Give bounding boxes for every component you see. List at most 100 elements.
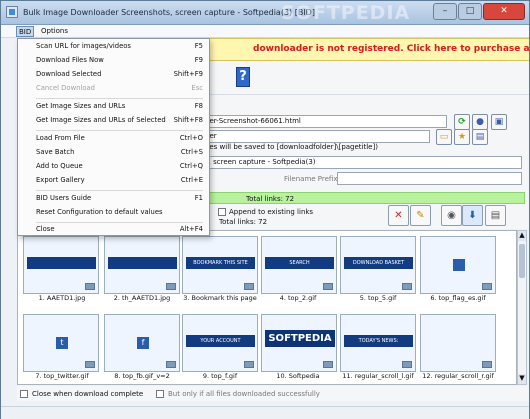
- menu-separator: [36, 222, 203, 223]
- scrollbar-thumb[interactable]: [519, 244, 525, 278]
- clean-icon[interactable]: ✎: [410, 205, 431, 226]
- close-when-complete-label: Close when download complete: [32, 390, 144, 398]
- thumbnail-caption: 7. top_twitter.gif: [35, 372, 89, 380]
- thumbnail-select-icon[interactable]: [166, 283, 176, 290]
- thumbnail-select-icon[interactable]: [482, 283, 492, 290]
- filename-prefix-input[interactable]: [337, 172, 522, 185]
- favorite-icon[interactable]: ★: [454, 129, 470, 145]
- user-icon[interactable]: ●: [472, 114, 488, 130]
- menu-bar: BID Options: [1, 25, 529, 38]
- close-when-complete-checkbox[interactable]: [20, 390, 28, 398]
- thumbnail-select-icon[interactable]: [323, 361, 333, 368]
- menu-get-image-sizes-selected[interactable]: Get Image Sizes and URLs of Selected Shif…: [18, 115, 209, 128]
- options-menu[interactable]: Options: [39, 26, 70, 37]
- thumbnail-8[interactable]: f: [104, 314, 180, 372]
- thumbnail-select-icon[interactable]: [85, 361, 95, 368]
- menu-shortcut: F5: [194, 42, 203, 50]
- only-if-success-label: But only if all files downloaded success…: [168, 390, 320, 398]
- thumbnail-select-icon[interactable]: [244, 361, 254, 368]
- menu-shortcut: Ctrl+O: [179, 134, 203, 142]
- menu-reset-configuration[interactable]: Reset Configuration to default values: [18, 207, 209, 220]
- thumbnail-10[interactable]: SOFTPEDIA: [261, 314, 337, 372]
- bottom-options: Close when download complete But only if…: [17, 386, 529, 401]
- gallery-scrollbar[interactable]: ▲ ▼: [517, 230, 527, 385]
- softpedia-watermark: SOFTPEDIA: [281, 2, 411, 24]
- title-bar: Bulk Image Downloader Screenshots, scree…: [1, 1, 529, 25]
- thumbnail-caption: 4. top_2.gif: [279, 294, 317, 302]
- menu-label: Download Files Now: [36, 56, 104, 64]
- thumbnail-3[interactable]: BOOKMARK THIS SITE: [182, 236, 258, 294]
- thumbnail-select-icon[interactable]: [85, 283, 95, 290]
- menu-users-guide[interactable]: BID Users Guide F1: [18, 193, 209, 206]
- menu-label: Cancel Download: [36, 84, 95, 92]
- thumbnail-image: TODAY'S NEWS:: [344, 335, 413, 347]
- bid-dropdown-menu: Scan URL for images/videos F5 Download Fi…: [17, 38, 210, 236]
- maximize-button[interactable]: □: [458, 3, 482, 20]
- bid-menu[interactable]: BID: [16, 26, 35, 37]
- image-gallery[interactable]: 1. AAETD1.jpg 2. th_AAETD1.jpg BOOKMARK …: [17, 230, 517, 385]
- thumbnail-4[interactable]: SEARCH: [261, 236, 337, 294]
- registration-banner-text[interactable]: downloader is not registered. Click here…: [253, 44, 529, 54]
- download-folder-input[interactable]: der: [201, 130, 430, 143]
- menu-shortcut: Esc: [191, 84, 203, 92]
- thumbnail-1[interactable]: [23, 236, 99, 294]
- menu-get-image-sizes[interactable]: Get Image Sizes and URLs F8: [18, 101, 209, 114]
- menu-download-files-now[interactable]: Download Files Now F9: [18, 55, 209, 68]
- thumbnail-caption: 6. top_flag_es.gif: [430, 294, 486, 302]
- menu-scan-url[interactable]: Scan URL for images/videos F5: [18, 41, 209, 54]
- thumbnail-2[interactable]: [104, 236, 180, 294]
- menu-label: Reset Configuration to default values: [36, 208, 163, 216]
- scroll-up-arrow-icon[interactable]: ▲: [518, 231, 526, 241]
- help-button[interactable]: ?: [236, 67, 250, 87]
- download-icon[interactable]: ⬇: [462, 205, 483, 226]
- menu-shortcut: F8: [194, 102, 203, 110]
- menu-shortcut: Alt+F4: [179, 225, 203, 233]
- thumbnail-9[interactable]: YOUR ACCOUNT: [182, 314, 258, 372]
- queue-icon[interactable]: ◉: [441, 205, 462, 226]
- bulk-image-downloader-window: Bulk Image Downloader Screenshots, scree…: [0, 0, 530, 419]
- scroll-down-arrow-icon[interactable]: ▼: [518, 374, 526, 384]
- append-links-checkbox[interactable]: [218, 208, 226, 216]
- menu-download-selected[interactable]: Download Selected Shift+F9: [18, 69, 209, 82]
- menu-shortcut: Ctrl+E: [180, 176, 203, 184]
- menu-close[interactable]: Close Alt+F4: [18, 224, 209, 237]
- thumbnail-select-icon[interactable]: [402, 361, 412, 368]
- thumbnail-11[interactable]: TODAY'S NEWS:: [340, 314, 416, 372]
- thumbnail-image: [27, 257, 96, 269]
- thumbnail-5[interactable]: DOWNLOAD BASKET: [340, 236, 416, 294]
- url-input[interactable]: der-Screenshot-66061.html: [201, 115, 447, 128]
- append-links-label: Append to existing links: [229, 208, 314, 216]
- thumbnail-select-icon[interactable]: [166, 361, 176, 368]
- thumbnail-image: BOOKMARK THIS SITE: [186, 257, 255, 269]
- minimize-button[interactable]: –: [433, 3, 457, 20]
- thumbnail-12[interactable]: [420, 314, 496, 372]
- menu-label: Get Image Sizes and URLs: [36, 102, 126, 110]
- thumbnail-select-icon[interactable]: [244, 283, 254, 290]
- thumbnail-caption: 1. AAETD1.jpg: [38, 294, 86, 302]
- thumbnail-caption: 10. Softpedia: [276, 372, 320, 380]
- refresh-icon[interactable]: ⟳: [454, 114, 470, 130]
- menu-label: BID Users Guide: [36, 194, 92, 202]
- menu-export-gallery[interactable]: Export Gallery Ctrl+E: [18, 175, 209, 188]
- thumbnail-select-icon[interactable]: [482, 361, 492, 368]
- status-bar: [1, 406, 529, 419]
- open-folder-icon[interactable]: ▤: [472, 129, 488, 145]
- gallery-name-input[interactable]: s, screen capture - Softpedia(3): [201, 156, 522, 169]
- thumbnail-caption: 11. regular_scroll_l.gif: [342, 372, 414, 380]
- menu-save-batch[interactable]: Save Batch Ctrl+S: [18, 147, 209, 160]
- menu-load-from-file[interactable]: Load From File Ctrl+O: [18, 133, 209, 146]
- close-button[interactable]: ✕: [483, 3, 525, 20]
- thumbnail-select-icon[interactable]: [402, 283, 412, 290]
- thumbnail-6[interactable]: [420, 236, 496, 294]
- thumbnail-image: YOUR ACCOUNT: [186, 335, 255, 347]
- menu-separator: [36, 190, 203, 191]
- save-icon[interactable]: ▣: [491, 114, 507, 130]
- folder-icon[interactable]: ▭: [436, 129, 452, 145]
- thumbnail-select-icon[interactable]: [323, 283, 333, 290]
- only-if-success-checkbox[interactable]: [156, 390, 164, 398]
- thumbnail-image: [108, 257, 177, 269]
- gallery-icon[interactable]: ▤: [485, 205, 506, 226]
- delete-icon[interactable]: ✕: [388, 205, 409, 226]
- thumbnail-7[interactable]: t: [23, 314, 99, 372]
- menu-add-to-queue[interactable]: Add to Queue Ctrl+Q: [18, 161, 209, 174]
